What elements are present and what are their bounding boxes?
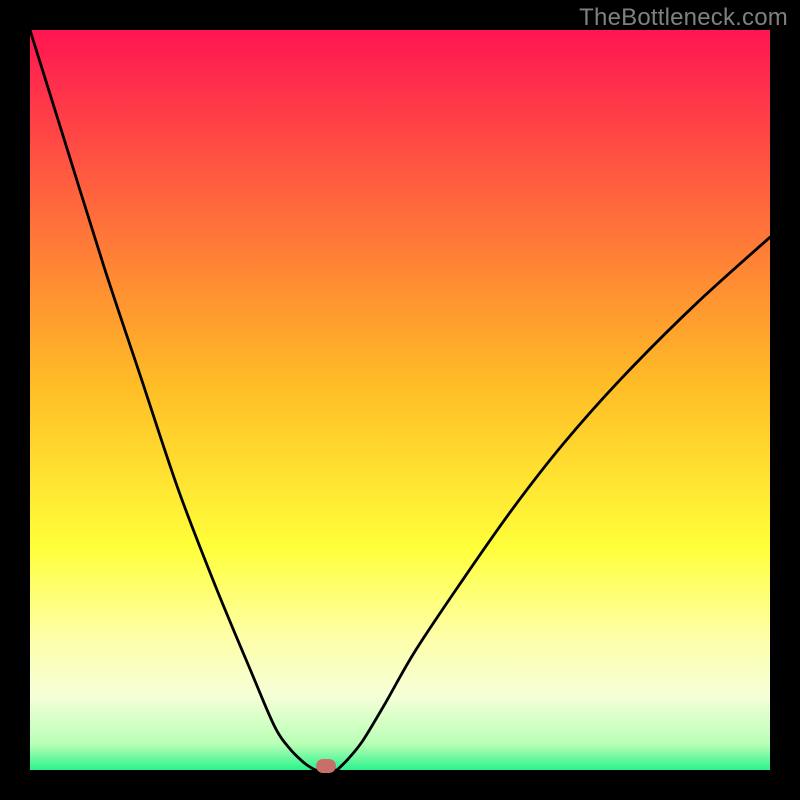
bottleneck-chart	[30, 30, 770, 770]
bottleneck-marker	[316, 759, 336, 773]
chart-frame: TheBottleneck.com	[0, 0, 800, 800]
watermark-text: TheBottleneck.com	[579, 4, 788, 32]
chart-background	[30, 30, 770, 770]
